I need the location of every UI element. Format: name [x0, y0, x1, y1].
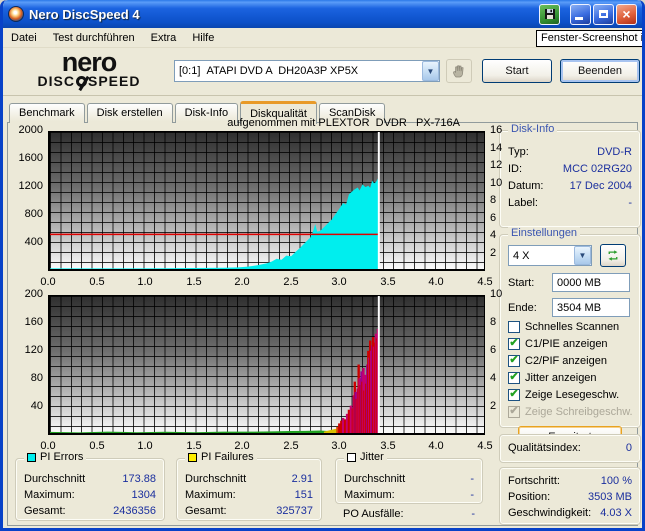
tooltip-screenshot: Fenster-Screenshot in: [536, 30, 645, 47]
axis-tick: 8: [490, 316, 514, 328]
titlebar: Nero DiscSpeed 4 ×: [3, 0, 642, 28]
axis-tick: 200: [11, 288, 43, 300]
logo-nero-text: nero: [29, 51, 149, 73]
axis-tick: 4.0: [424, 276, 448, 288]
axis-tick: 3.0: [327, 440, 351, 452]
floppy-icon: [544, 8, 556, 20]
axis-tick: 2.5: [279, 276, 303, 288]
axis-tick: 6: [490, 344, 514, 356]
end-field[interactable]: [552, 298, 630, 317]
app-window: Nero DiscSpeed 4 × Datei Test durchführe…: [0, 0, 645, 531]
minimize-button[interactable]: [570, 4, 591, 25]
pi-errors-plot: [48, 131, 485, 271]
axis-tick: 40: [11, 400, 43, 412]
progress-panel: Fortschritt:100 % Position:3503 MB Gesch…: [499, 467, 641, 525]
axis-tick: 3.0: [327, 276, 351, 288]
start-field[interactable]: [552, 273, 630, 292]
progress-row: Position:3503 MB: [500, 491, 640, 503]
axis-tick: 2.0: [230, 440, 254, 452]
axis-tick: 4: [490, 229, 514, 241]
menu-item-test-durchfuehren[interactable]: Test durchführen: [45, 30, 143, 46]
axis-tick: 800: [11, 208, 43, 220]
stop-button[interactable]: [446, 59, 472, 83]
axis-tick: 1.0: [133, 276, 157, 288]
axis-tick: 400: [11, 236, 43, 248]
logo-disc-text: DISC: [38, 73, 75, 89]
menu-item-datei[interactable]: Datei: [3, 30, 45, 46]
axis-tick: 8: [490, 194, 514, 206]
axis-tick: 0.5: [85, 440, 109, 452]
app-icon: [8, 6, 24, 22]
axis-tick: 6: [490, 212, 514, 224]
axis-tick: 0.0: [36, 440, 60, 452]
logo-speed-text: SPEED: [88, 73, 140, 89]
refresh-icon: [607, 248, 619, 263]
maximize-icon: [599, 10, 608, 18]
drive-select-value: [0:1] ATAPI DVD A DH20A3P XP5X: [175, 65, 422, 77]
pi-errors-chart: 2000160012008004001614121086420.00.51.01…: [11, 131, 531, 291]
axis-tick: 3.5: [376, 440, 400, 452]
nero-discspeed-logo: nero DISC SPEED: [29, 51, 149, 89]
pi-failures-panel: PI Failures Durchschnitt2.91 Maximum:151…: [176, 458, 322, 521]
stat-row: Maximum:151: [177, 489, 321, 501]
axis-tick: 2.5: [279, 440, 303, 452]
chevron-down-icon[interactable]: ▼: [422, 61, 439, 81]
jitter-panel: Jitter Durchschnitt- Maximum:-: [335, 458, 483, 504]
axis-tick: 0.0: [36, 276, 60, 288]
axis-tick: 1600: [11, 152, 43, 164]
header-toolbar: nero DISC SPEED [0:1] ATAPI DVD A DH20A3…: [3, 48, 642, 96]
axis-tick: 3.5: [376, 276, 400, 288]
chevron-down-icon[interactable]: ▼: [574, 246, 591, 265]
stat-row: Durchschnitt173.88: [16, 473, 164, 485]
axis-tick: 4: [490, 372, 514, 384]
axis-tick: 2.0: [230, 276, 254, 288]
axis-tick: 1.5: [182, 440, 206, 452]
progress-row: Fortschritt:100 %: [500, 475, 640, 487]
axis-tick: 1.5: [182, 276, 206, 288]
stat-row: Maximum:1304: [16, 489, 164, 501]
po-failures-row: PO Ausfälle:-: [335, 508, 483, 520]
minimize-icon: [575, 17, 583, 20]
axis-tick: 2: [490, 400, 514, 412]
axis-tick: 2000: [11, 124, 43, 136]
axis-tick: 1.0: [133, 440, 157, 452]
axis-tick: 4.5: [473, 276, 497, 288]
axis-tick: 1200: [11, 180, 43, 192]
disc-icon: [76, 76, 87, 87]
refresh-button[interactable]: [600, 244, 626, 267]
stop-hand-icon: [451, 63, 467, 79]
start-button[interactable]: Start: [482, 59, 552, 83]
pi-failures-chart: 20016012080401086420.00.51.01.52.02.53.0…: [11, 295, 531, 455]
stat-row: Durchschnitt2.91: [177, 473, 321, 485]
axis-tick: 14: [490, 142, 514, 154]
axis-tick: 4.0: [424, 440, 448, 452]
stat-row: Maximum:-: [336, 489, 482, 501]
maximize-button[interactable]: [593, 4, 614, 25]
axis-tick: 16: [490, 124, 514, 136]
stat-row: Gesamt:325737: [177, 505, 321, 517]
axis-tick: 2: [490, 247, 514, 259]
close-button[interactable]: ×: [616, 4, 637, 25]
axis-tick: 80: [11, 372, 43, 384]
axis-tick: 10: [490, 288, 514, 300]
quit-button[interactable]: Beenden: [560, 59, 640, 83]
axis-tick: 4.5: [473, 440, 497, 452]
window-title: Nero DiscSpeed 4: [29, 7, 537, 22]
pi-errors-panel: PI Errors Durchschnitt173.88 Maximum:130…: [15, 458, 165, 521]
axis-tick: 160: [11, 316, 43, 328]
menu-item-extra[interactable]: Extra: [143, 30, 185, 46]
recorder-caption: aufgenommen mit PLEXTOR DVDR PX-716A: [48, 117, 460, 129]
stat-row: Gesamt:2436356: [16, 505, 164, 517]
drive-select[interactable]: [0:1] ATAPI DVD A DH20A3P XP5X ▼: [174, 60, 440, 82]
axis-tick: 12: [490, 159, 514, 171]
pi-failures-plot: [48, 295, 485, 435]
close-icon: ×: [622, 7, 630, 21]
axis-tick: 10: [490, 177, 514, 189]
screenshot-button[interactable]: [539, 4, 560, 25]
menu-item-hilfe[interactable]: Hilfe: [184, 30, 222, 46]
axis-tick: 120: [11, 344, 43, 356]
stat-row: Durchschnitt-: [336, 473, 482, 485]
axis-tick: 0.5: [85, 276, 109, 288]
progress-row: Geschwindigkeit:4.03 X: [500, 507, 640, 519]
